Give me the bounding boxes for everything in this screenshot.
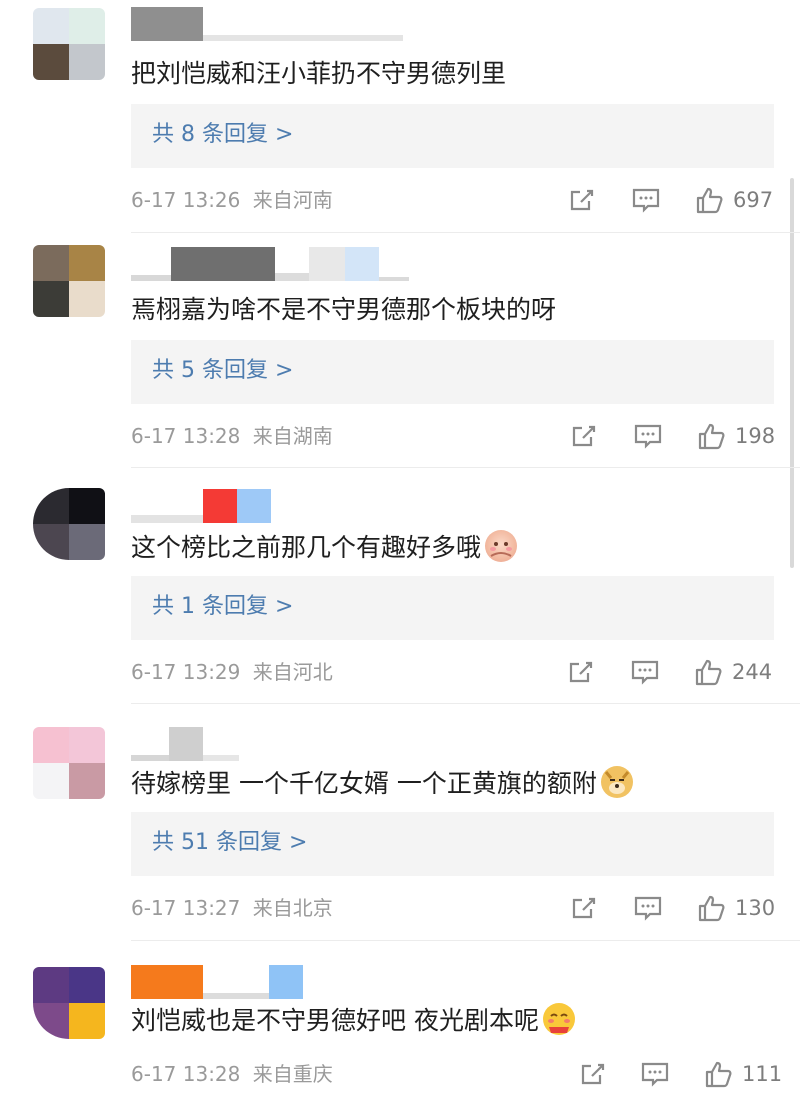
thumbs-up-icon	[695, 659, 722, 686]
avatar[interactable]	[33, 488, 105, 560]
comment-text: 刘恺威也是不守男德好吧 夜光剧本呢	[131, 1003, 575, 1038]
like-button[interactable]: 244	[694, 657, 772, 687]
reply-count: 共 5 条回复 >	[152, 358, 294, 383]
like-count: 697	[733, 188, 774, 212]
comment-time: 6-17 13:29	[131, 660, 241, 684]
thumbs-up-icon	[698, 895, 725, 922]
divider	[131, 940, 800, 941]
like-button[interactable]: 111	[704, 1059, 782, 1089]
share-icon[interactable]	[569, 422, 597, 450]
reply-count: 共 51 条回复 >	[152, 830, 308, 855]
comment-time: 6-17 13:27	[131, 896, 241, 920]
like-count: 198	[735, 424, 776, 448]
username-redacted[interactable]	[131, 246, 409, 282]
comment-text: 焉栩嘉为啥不是不守男德那个板块的呀	[131, 295, 557, 324]
comment-time: 6-17 13:26	[131, 188, 241, 212]
comment-location: 来自河北	[252, 660, 333, 684]
divider	[131, 703, 800, 704]
divider	[131, 467, 800, 468]
comment-text-content: 刘恺威也是不守男德好吧 夜光剧本呢	[131, 1006, 539, 1035]
username-redacted[interactable]	[131, 964, 303, 1000]
comment-location: 来自重庆	[252, 1062, 333, 1086]
comment-time: 6-17 13:28	[131, 424, 241, 448]
doge-emoji-icon	[600, 766, 633, 798]
smirk-face-emoji-icon	[542, 1003, 575, 1035]
comment-time: 6-17 13:28	[131, 1062, 241, 1086]
avatar[interactable]	[33, 245, 105, 317]
comment-icon[interactable]	[633, 894, 663, 922]
share-icon[interactable]	[566, 658, 594, 686]
avatar[interactable]	[33, 967, 105, 1039]
like-button[interactable]: 130	[697, 893, 775, 923]
like-count: 130	[735, 896, 776, 920]
action-bar: 244	[566, 657, 772, 687]
like-count: 244	[732, 660, 773, 684]
username-redacted[interactable]	[131, 6, 403, 42]
comment-meta: 6-17 13:27 来自北京	[131, 893, 333, 923]
comment-meta: 6-17 13:28 来自湖南	[131, 421, 333, 451]
action-bar: 130	[569, 893, 775, 923]
thumbs-up-icon	[696, 187, 723, 214]
thumbs-up-icon	[705, 1061, 732, 1088]
comment-meta: 6-17 13:26 来自河南	[131, 185, 333, 215]
comment-text: 这个榜比之前那几个有趣好多哦	[131, 530, 518, 565]
comment-icon[interactable]	[640, 1060, 670, 1088]
reply-count: 共 1 条回复 >	[152, 594, 294, 619]
comment-text-content: 待嫁榜里 一个千亿女婿 一个正黄旗的额附	[131, 769, 597, 798]
comment-text: 把刘恺威和汪小菲扔不守男德列里	[131, 59, 507, 88]
view-replies-button[interactable]: 共 1 条回复 >	[131, 576, 774, 640]
action-bar: 111	[578, 1059, 782, 1089]
view-replies-button[interactable]: 共 8 条回复 >	[131, 104, 774, 168]
share-icon[interactable]	[578, 1060, 606, 1088]
action-bar: 198	[569, 421, 775, 451]
share-icon[interactable]	[569, 894, 597, 922]
comment-meta: 6-17 13:29 来自河北	[131, 657, 333, 687]
reply-count: 共 8 条回复 >	[152, 122, 294, 147]
avatar[interactable]	[33, 8, 105, 80]
username-redacted[interactable]	[131, 488, 271, 524]
scrollbar[interactable]	[790, 178, 794, 568]
username-redacted[interactable]	[131, 726, 239, 762]
like-button[interactable]: 198	[697, 421, 775, 451]
action-bar: 697	[567, 185, 773, 215]
like-button[interactable]: 697	[695, 185, 773, 215]
shy-face-emoji-icon	[485, 530, 518, 562]
avatar[interactable]	[33, 727, 105, 799]
comment-icon[interactable]	[633, 422, 663, 450]
comment-location: 来自河南	[252, 188, 333, 212]
comment-text-content: 这个榜比之前那几个有趣好多哦	[131, 533, 482, 562]
thumbs-up-icon	[698, 423, 725, 450]
comment-icon[interactable]	[630, 658, 660, 686]
share-icon[interactable]	[567, 186, 595, 214]
comment-location: 来自湖南	[252, 424, 333, 448]
comment-meta: 6-17 13:28 来自重庆	[131, 1059, 333, 1089]
view-replies-button[interactable]: 共 51 条回复 >	[131, 812, 774, 876]
comment-location: 来自北京	[252, 896, 333, 920]
comment-icon[interactable]	[631, 186, 661, 214]
like-count: 111	[742, 1062, 783, 1086]
view-replies-button[interactable]: 共 5 条回复 >	[131, 340, 774, 404]
comment-text: 待嫁榜里 一个千亿女婿 一个正黄旗的额附	[131, 766, 633, 801]
divider	[131, 232, 800, 233]
